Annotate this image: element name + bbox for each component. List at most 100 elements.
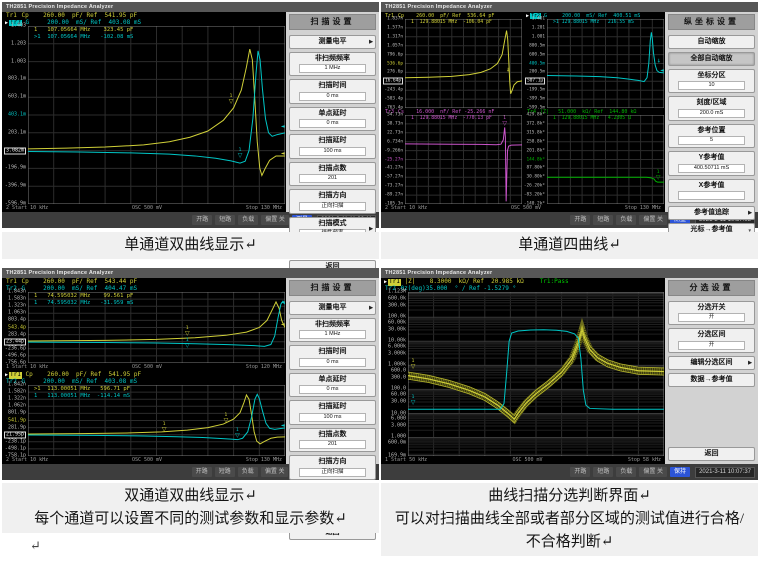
marker-readout: >1 107.05664 MHz -102.08 mS (34, 34, 133, 41)
axis-label: 1.123M (388, 290, 406, 295)
marker-readout: >1 129.88015 MHz 216.55 mS (553, 20, 634, 26)
status-button-3[interactable]: 偏置 关 (639, 467, 667, 477)
submenu-arrow-icon: ▶ (369, 38, 373, 46)
axis-label: -243.4p (384, 88, 403, 93)
menu-item-1[interactable]: 全部自动缩放 (668, 52, 755, 66)
menu-item-value: 201 (299, 440, 366, 449)
plot-canvas: 1▽ (547, 115, 664, 204)
softkey-menu: 扫描设置测量电平▶非扫频频率1 MHz扫描时间0 ms单点延时0 ms扫描延时1… (286, 12, 379, 212)
status-button-0[interactable]: 开路 (192, 215, 212, 225)
menu-header: 扫描设置 (289, 14, 376, 30)
axis-label: -238.1p (5, 439, 26, 444)
menu-item-1[interactable]: 非扫频频率1 MHz (289, 318, 376, 343)
menu-item-label: 编辑分选区间 (669, 359, 754, 367)
menu-item-1[interactable]: 分选区间开 (668, 328, 755, 353)
axis-label: 38.73n (387, 121, 403, 126)
menu-item-3[interactable]: 单点延时0 ms (289, 373, 376, 398)
menu-item-value: 0 ms (299, 385, 366, 394)
menu-item-3[interactable]: 单点延时0 ms (289, 107, 376, 132)
menu-item-label: 扫描点数 (290, 165, 375, 173)
menu-item-4[interactable]: 参考位置5 (668, 124, 755, 149)
status-button-3[interactable]: 偏置 关 (261, 467, 289, 477)
axis-label: 201.8k* (526, 148, 545, 153)
menu-item-0[interactable]: 测量电平▶ (289, 301, 376, 315)
axis-label: -89.27n (384, 193, 403, 198)
menu-item-4[interactable]: 扫描延时100 ms (289, 400, 376, 425)
menu-item-2[interactable]: 编辑分选区间▶ (668, 356, 755, 370)
caption-single-four: 单通道四曲线↵ (381, 232, 758, 259)
menu-item-5[interactable]: Y参考值400.50711 mS (668, 151, 755, 176)
sweep-stop-label: Stop 130 MHz (246, 205, 282, 211)
axis-label: 3.000 (391, 423, 406, 428)
status-button-2[interactable]: 负载 (616, 215, 636, 225)
menu-item-value: 正向扫描 (299, 202, 366, 211)
status-button-0[interactable]: 开路 (570, 215, 590, 225)
menu-item-0[interactable]: 自动缩放 (668, 35, 755, 49)
axis-label: 283.4p (8, 332, 26, 337)
menu-item-value: 1 MHz (299, 64, 366, 73)
axis-label: 281.9p (8, 425, 26, 430)
axis-label: 429.8k* (526, 113, 545, 118)
caption-dual-channel: 双通道双曲线显示↵ 每个通道可以设置不同的测试参数和显示参数↵ (2, 483, 379, 533)
status-button-0[interactable]: 开路 (192, 467, 212, 477)
menu-item-6[interactable]: X参考值 (668, 179, 755, 204)
axis-label: -83.20k* (524, 193, 545, 198)
trace-header: ▶Tr1 |Z| 8.3000 kΩ/ Ref 20.985 kΩTr1:Pas… (381, 278, 665, 292)
menu-item-label: 扫描延时 (290, 137, 375, 145)
status-button-3[interactable]: 偏置 关 (261, 215, 289, 225)
status-button-2[interactable]: 负载 (238, 467, 258, 477)
plot-footer: 2 Start 10 kHzOSC 500 mVStop 130 MHz (2, 204, 286, 212)
axis-label: 6.000k (388, 344, 406, 349)
axis-label: 258.8k* (526, 139, 545, 144)
menu-item-5[interactable]: 扫描点数201 (289, 428, 376, 453)
status-button-1[interactable]: 短路 (215, 215, 235, 225)
menu-item-label: 非扫频频率 (290, 321, 375, 329)
menu-item-4[interactable]: 扫描延时100 ms (289, 134, 376, 159)
menu-item-value: 开 (678, 341, 745, 350)
submenu-arrow-icon: ▶ (369, 304, 373, 312)
plot-canvas: 1▽1▽◄◄ (28, 26, 285, 204)
panel-body: Tr1 Cp 260.00 pF/ Ref 536.64 pF1.837n1.5… (381, 12, 758, 212)
status-button-1[interactable]: 短路 (593, 215, 613, 225)
status-button-0[interactable]: 开路 (570, 467, 590, 477)
menu-header: 扫描设置 (289, 280, 376, 296)
menu-item-label: 测量电平 (290, 38, 375, 46)
status-button-4[interactable]: 保持 (670, 467, 690, 477)
axis-label: 1.323n (8, 304, 26, 309)
menu-item-5[interactable]: 扫描点数201 (289, 162, 376, 187)
axis-label: 87.80k* (526, 166, 545, 171)
submenu-arrow-icon: ▶ (748, 359, 752, 367)
axis-label: 803.1m (8, 77, 26, 82)
axis-label: -196.9m (5, 166, 26, 171)
status-button-1[interactable]: 短路 (215, 467, 235, 477)
menu-back-button[interactable]: 返回 (668, 447, 755, 461)
status-button-2[interactable]: 负载 (616, 467, 636, 477)
window-title: TH2851 Precision Impedance Analyzer (2, 268, 379, 278)
axis-label: 54.73n (387, 113, 403, 118)
menu-item-3[interactable]: 刻度/区域200.0 mS (668, 96, 755, 121)
axis-label: 1.842n (8, 383, 26, 388)
quadrant: Tr1 Cp 260.00 pF/ Ref 536.64 pF1.837n1.5… (381, 12, 523, 108)
menu-item-0[interactable]: 分选开关开 (668, 301, 755, 326)
axis-label: 1.001 (532, 34, 545, 39)
axis-label: 30.80k* (526, 175, 545, 180)
caption-line: 不合格判断↵ (381, 531, 758, 554)
status-button-2[interactable]: 负载 (238, 215, 258, 225)
status-button-3[interactable]: 偏置 关 (639, 215, 667, 225)
menu-item-6[interactable]: 扫描方向正向扫描 (289, 455, 376, 480)
window-title: TH2851 Precision Impedance Analyzer (381, 268, 758, 278)
menu-item-3[interactable]: 数据→参考值 (668, 373, 755, 387)
menu-item-2[interactable]: 坐标分区10 (668, 69, 755, 94)
status-button-1[interactable]: 短路 (593, 467, 613, 477)
menu-item-6[interactable]: 扫描方向正向扫描 (289, 189, 376, 214)
axis-label: 1.403 (11, 24, 26, 29)
menu-item-value: 0 ms (299, 358, 366, 367)
menu-item-1[interactable]: 非扫频频率1 MHz (289, 52, 376, 77)
menu-item-7[interactable]: 参考值追踪▶ (668, 206, 755, 220)
menu-item-2[interactable]: 扫描时间0 ms (289, 79, 376, 104)
menu-item-0[interactable]: 测量电平▶ (289, 35, 376, 49)
menu-item-2[interactable]: 扫描时间0 ms (289, 345, 376, 370)
status-timestamp: 2021-3-11 10:07:37 (695, 467, 755, 478)
menu-item-label: 非扫频频率 (290, 55, 375, 63)
caption-line: 曲线扫描分选判断界面↵ (381, 485, 758, 508)
